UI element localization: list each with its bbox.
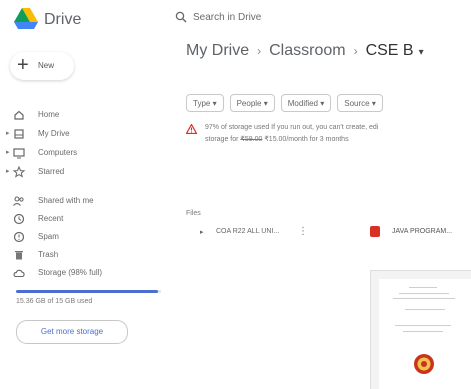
cloud-icon: [13, 269, 25, 278]
breadcrumb: My Drive › Classroom › CSE B ▾: [186, 42, 424, 60]
file-item-header[interactable]: JAVA PROGRAM...: [370, 222, 471, 244]
folder-name: COA R22 ALL UNI...: [216, 228, 280, 235]
trash-icon: [15, 251, 23, 260]
warning-text-line2: storage for ₹59.00 ₹15.00/month for 3 mo…: [205, 135, 349, 143]
preview-text-line: [409, 287, 437, 288]
warning-icon: [186, 124, 197, 134]
chevron-down-icon: ▾: [320, 99, 325, 108]
preview-text-line: [395, 325, 451, 326]
sidebar-item-label: Home: [38, 110, 60, 119]
star-icon: [12, 165, 26, 178]
warning-text-line1: 97% of storage used If you run out, you …: [205, 124, 379, 131]
preview-text-line: [405, 309, 445, 310]
filter-chip-source[interactable]: Source ▾: [337, 94, 383, 112]
sidebar-item-label: Storage (98% full): [38, 268, 103, 277]
new-button-label: New: [38, 61, 55, 70]
filter-label: People: [236, 99, 262, 108]
sidebar-item-label: Trash: [38, 250, 59, 259]
preview-text-line: [403, 331, 443, 332]
sidebar-item-label: Shared with me: [38, 196, 94, 205]
expand-arrow-icon[interactable]: ▸: [6, 167, 10, 175]
filter-bar: Type ▾ People ▾ Modified ▾ Source ▾: [186, 93, 389, 112]
file-thumbnail[interactable]: [370, 270, 471, 389]
filter-chip-people[interactable]: People ▾: [229, 94, 275, 112]
sidebar-item-label: Computers: [38, 148, 78, 157]
home-icon: [14, 110, 24, 120]
storage-usage-text: 15.36 GB of 15 GB used: [16, 298, 93, 305]
sidebar-item-label: My Drive: [38, 129, 70, 138]
filter-chip-modified[interactable]: Modified ▾: [280, 94, 332, 112]
sidebar-item-label: Spam: [38, 232, 59, 241]
search-input[interactable]: Search in Drive: [193, 12, 261, 23]
warning-text-prefix: storage for: [205, 136, 241, 143]
sidebar-item-starred[interactable]: ▸ Starred: [0, 165, 175, 181]
chevron-right-icon: ›: [353, 44, 358, 58]
sidebar-item-spam[interactable]: Spam: [0, 230, 175, 246]
old-price: ₹59.00: [240, 136, 263, 143]
sidebar-item-recent[interactable]: Recent: [0, 212, 175, 228]
computers-icon: [13, 148, 25, 159]
files-section-label: Files: [186, 210, 201, 217]
chevron-right-icon: ›: [257, 44, 262, 58]
plus-icon: +: [17, 54, 29, 76]
sidebar-item-home[interactable]: Home: [0, 108, 175, 124]
clock-icon: [13, 213, 25, 225]
breadcrumb-classroom[interactable]: Classroom: [269, 42, 345, 59]
sidebar-item-storage[interactable]: Storage (98% full): [0, 266, 175, 282]
seal-icon: [414, 354, 434, 374]
spam-icon: [13, 231, 25, 243]
breadcrumb-my-drive[interactable]: My Drive: [186, 42, 249, 59]
my-drive-icon: [14, 129, 24, 139]
folder-expand-icon[interactable]: ▸: [200, 228, 204, 236]
filter-label: Source: [344, 99, 370, 108]
sidebar-item-computers[interactable]: ▸ Computers: [0, 146, 175, 162]
sidebar-item-my-drive[interactable]: ▸ My Drive: [0, 127, 175, 143]
chevron-down-icon: ▾: [212, 99, 217, 108]
more-options-icon[interactable]: ⋮: [298, 226, 308, 237]
chevron-down-icon[interactable]: ▾: [419, 47, 424, 58]
sidebar-item-label: Recent: [38, 214, 64, 223]
drive-logo-icon[interactable]: [14, 8, 38, 30]
filter-label: Modified: [287, 99, 319, 108]
new-price: ₹15.00/month for 3 months: [262, 136, 349, 143]
folder-item[interactable]: ▸ COA R22 ALL UNI... ⋮: [186, 222, 356, 244]
filter-chip-type[interactable]: Type ▾: [186, 94, 224, 112]
document-preview: [379, 279, 471, 389]
sidebar-item-trash[interactable]: Trash: [0, 248, 175, 264]
breadcrumb-cse-b[interactable]: CSE B: [366, 42, 414, 59]
file-name: JAVA PROGRAM...: [392, 228, 453, 235]
get-more-storage-label: Get more storage: [40, 327, 104, 336]
search-icon[interactable]: [175, 11, 187, 23]
sidebar-item-label: Starred: [38, 167, 65, 176]
get-more-storage-button[interactable]: Get more storage: [16, 320, 128, 344]
chevron-down-icon: ▾: [371, 99, 376, 108]
brand-name: Drive: [44, 11, 82, 28]
storage-warning-banner: 97% of storage used If you run out, you …: [186, 120, 471, 160]
shared-icon: [13, 196, 24, 206]
storage-progress-bar: [16, 290, 161, 293]
preview-text-line: [399, 293, 449, 294]
preview-text-line: [393, 298, 455, 299]
filter-label: Type: [193, 99, 211, 108]
chevron-down-icon: ▾: [263, 99, 268, 108]
expand-arrow-icon[interactable]: ▸: [6, 148, 10, 156]
pdf-icon: [370, 226, 380, 237]
storage-progress-fill: [16, 290, 159, 293]
sidebar-item-shared-with-me[interactable]: Shared with me: [0, 194, 175, 210]
expand-arrow-icon[interactable]: ▸: [6, 129, 10, 137]
